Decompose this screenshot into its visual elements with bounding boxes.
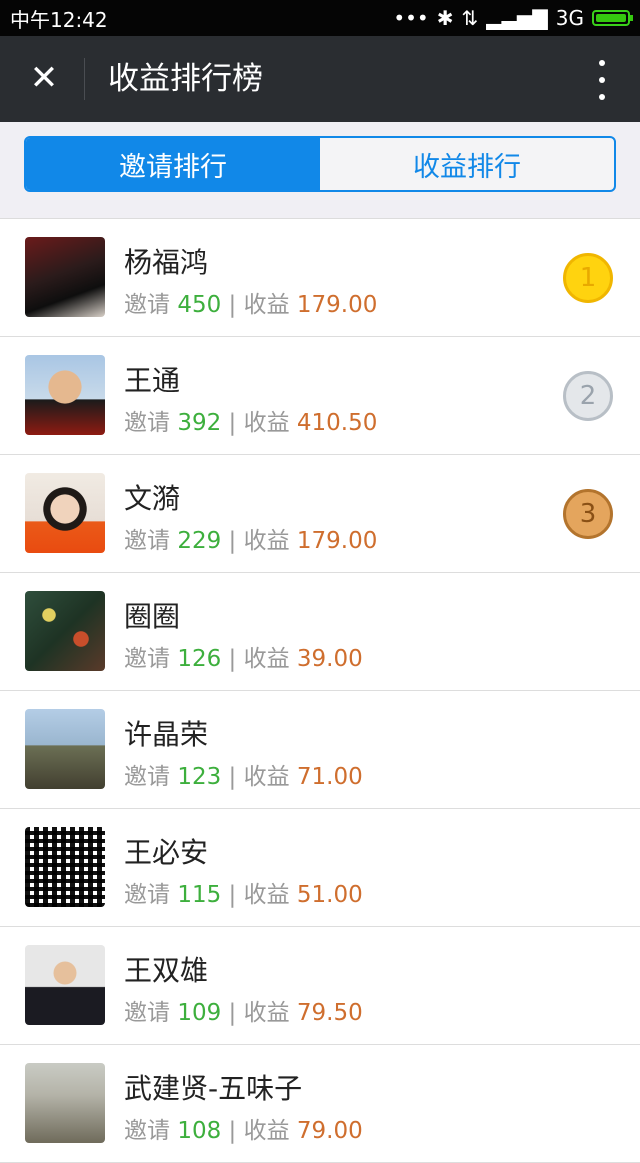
stat-separator: | — [228, 764, 237, 790]
stat-invite-label: 邀请 — [124, 646, 170, 672]
stat-invite-value: 115 — [177, 882, 222, 908]
more-icon[interactable] — [596, 60, 608, 100]
page-title: 收益排行榜 — [108, 61, 263, 97]
user-name: 王双雄 — [124, 954, 209, 987]
user-name: 武建贤-五味子 — [124, 1072, 303, 1105]
top-nav-bar: ✕ 收益排行榜 — [0, 36, 640, 122]
user-name: 圈圈 — [124, 600, 181, 633]
user-name: 文漪 — [124, 482, 181, 515]
stat-income-value: 410.50 — [296, 410, 378, 436]
tab-invite-ranking[interactable]: 邀请排行 — [26, 138, 320, 190]
stat-invite-label: 邀请 — [124, 882, 170, 908]
ranking-row[interactable]: 文漪邀请 229 | 收益 179.00 3 — [0, 455, 640, 573]
signal-icon: ▂▃▅▇ — [486, 6, 548, 30]
stat-income-label: 收益 — [243, 292, 290, 318]
dots-icon: ••• — [393, 6, 429, 30]
tab-income-ranking[interactable]: 收益排行 — [320, 138, 614, 190]
stat-invite-value: 123 — [177, 764, 222, 790]
stat-income-label: 收益 — [243, 528, 290, 554]
ranking-list: 杨福鸿 邀请 450 | 收益 179.00 1 王通 邀请 392 | 收益 410.… — [0, 219, 640, 1163]
status-icons: ••• ✱ ⇅ ▂▃▅▇ 3G — [393, 6, 633, 30]
stat-invite-value: 450 — [177, 292, 222, 318]
user-name: 王通 — [124, 364, 181, 397]
rank-medal-icon: 3 — [563, 489, 613, 539]
stat-invite-value: 126 — [177, 646, 222, 672]
stat-income-label: 收益 — [243, 882, 290, 908]
stat-separator: | — [228, 882, 237, 908]
stat-income-value: 39.00 — [296, 646, 363, 672]
stat-invite-value: 229 — [177, 528, 222, 554]
tab-bar-container: 邀请排行 收益排行 — [0, 122, 640, 219]
segmented-tabs: 邀请排行 收益排行 — [24, 136, 616, 192]
stat-income-label: 收益 — [243, 646, 290, 672]
ranking-row[interactable]: 杨福鸿邀请 450 | 收益 179.00 1 — [0, 219, 640, 337]
bluetooth-icon: ✱ — [436, 6, 454, 30]
data-icon: ⇅ — [461, 6, 479, 30]
stat-invite-value: 109 — [177, 1000, 222, 1026]
avatar — [25, 355, 105, 435]
ranking-row[interactable]: 圈圈邀请 126 | 收益 39.00 — [0, 573, 640, 691]
avatar — [25, 709, 105, 789]
stat-income-label: 收益 — [243, 410, 290, 436]
ranking-row[interactable]: 王双雄邀请 109 | 收益 79.50 — [0, 927, 640, 1045]
stat-invite-label: 邀请 — [124, 528, 170, 554]
stat-income-value: 79.00 — [296, 1118, 363, 1144]
stat-separator: | — [228, 528, 237, 554]
rank-medal-icon: 2 — [563, 371, 613, 421]
stat-income-label: 收益 — [243, 1000, 290, 1026]
status-bar: 中午12:42 ••• ✱ ⇅ ▂▃▅▇ 3G — [0, 0, 640, 36]
avatar — [25, 945, 105, 1025]
stat-invite-label: 邀请 — [124, 410, 170, 436]
rank-medal-icon: 1 — [563, 253, 613, 303]
stat-income-label: 收益 — [243, 764, 290, 790]
stat-income-label: 收益 — [243, 1118, 290, 1144]
user-stats: 邀请 115 | 收益 51.00 — [124, 875, 363, 909]
status-time: 中午12:42 — [10, 7, 108, 32]
ranking-row[interactable]: 王通邀请 392 | 收益 410.50 2 — [0, 337, 640, 455]
user-name: 许晶荣 — [124, 718, 209, 751]
user-name: 王必安 — [124, 836, 209, 869]
ranking-row[interactable]: 武建贤-五味子邀请 108 | 收益 79.00 — [0, 1045, 640, 1163]
user-stats: 邀请 450 | 收益 179.00 — [124, 285, 377, 319]
stat-separator: | — [228, 410, 237, 436]
ranking-row[interactable]: 王必安邀请 115 | 收益 51.00 — [0, 809, 640, 927]
user-stats: 邀请 229 | 收益 179.00 — [124, 521, 377, 555]
stat-invite-label: 邀请 — [124, 1000, 170, 1026]
stat-invite-value: 108 — [177, 1118, 222, 1144]
user-name: 杨福鸿 — [124, 246, 209, 279]
avatar — [25, 473, 105, 553]
stat-separator: | — [228, 1118, 237, 1144]
user-stats: 邀请 126 | 收益 39.00 — [124, 639, 363, 673]
stat-separator: | — [228, 1000, 237, 1026]
stat-invite-label: 邀请 — [124, 1118, 170, 1144]
user-stats: 邀请 392 | 收益 410.50 — [124, 403, 377, 437]
stat-income-value: 179.00 — [296, 528, 378, 554]
user-stats: 邀请 108 | 收益 79.00 — [124, 1111, 363, 1145]
user-stats: 邀请 123 | 收益 71.00 — [124, 757, 363, 791]
avatar — [25, 591, 105, 671]
stat-income-value: 79.50 — [296, 1000, 363, 1026]
close-icon[interactable]: ✕ — [24, 58, 64, 98]
stat-invite-value: 392 — [177, 410, 222, 436]
stat-income-value: 51.00 — [296, 882, 363, 908]
stat-invite-label: 邀请 — [124, 764, 170, 790]
avatar — [25, 827, 105, 907]
user-stats: 邀请 109 | 收益 79.50 — [124, 993, 363, 1027]
ranking-row[interactable]: 许晶荣邀请 123 | 收益 71.00 — [0, 691, 640, 809]
stat-separator: | — [228, 292, 237, 318]
battery-icon — [592, 10, 633, 26]
nav-divider — [84, 58, 85, 100]
avatar — [25, 1063, 105, 1143]
stat-invite-label: 邀请 — [124, 292, 170, 318]
stat-income-value: 179.00 — [296, 292, 378, 318]
stat-income-value: 71.00 — [296, 764, 363, 790]
avatar — [25, 237, 105, 317]
network-label: 3G — [555, 6, 584, 30]
stat-separator: | — [228, 646, 237, 672]
